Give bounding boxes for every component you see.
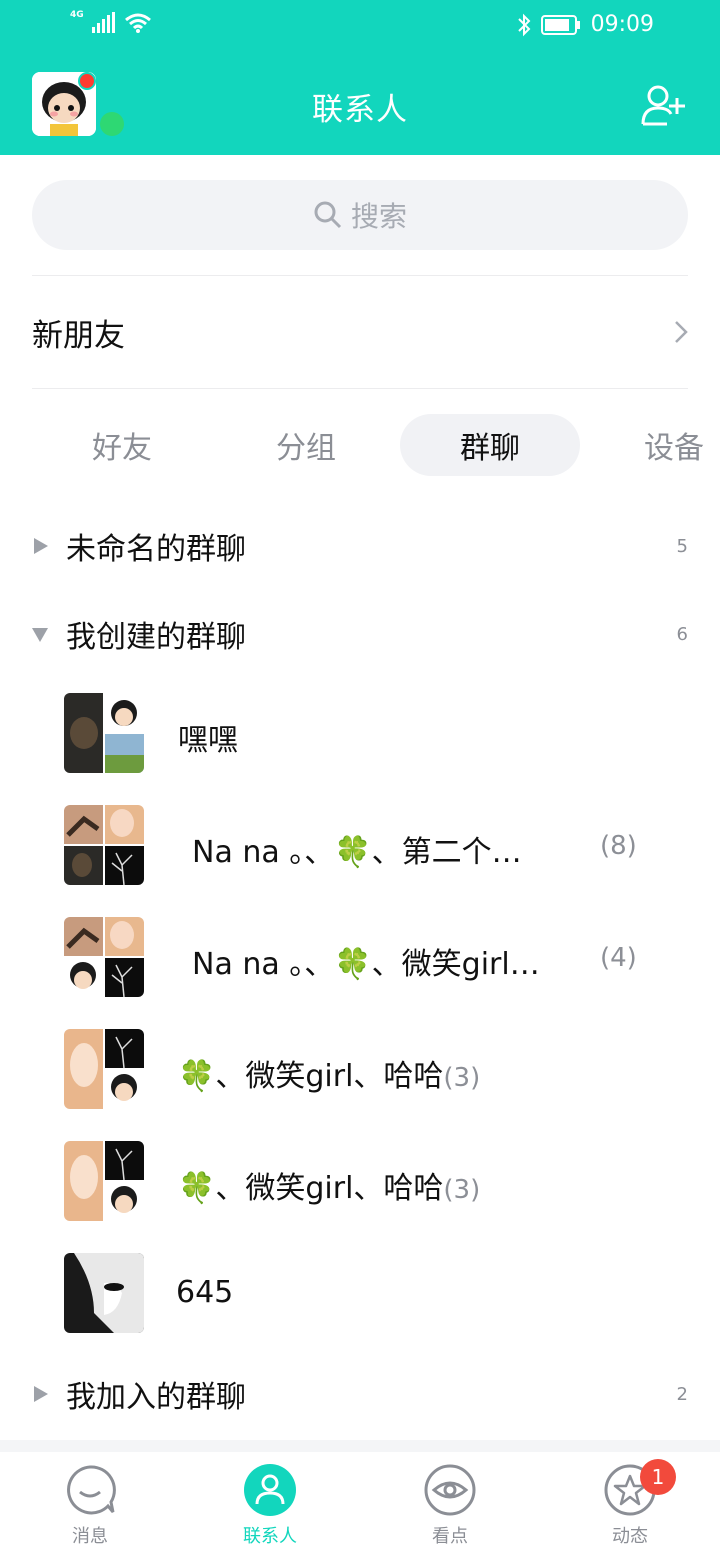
search-icon: [314, 201, 342, 229]
group-chat-item[interactable]: Na na 。、🍀、第二个… (8): [0, 805, 720, 885]
status-left: 4G: [70, 10, 152, 34]
tab-friends[interactable]: 好友: [62, 414, 182, 476]
group-count: 6: [676, 623, 688, 645]
add-friend-icon[interactable]: [640, 84, 686, 126]
nav-label: 消息: [72, 1526, 108, 1547]
chat-name: 嘿嘿: [178, 723, 238, 758]
wifi-icon: [124, 13, 151, 33]
group-header-joined[interactable]: 我加入的群聊 2: [0, 1364, 720, 1424]
triangle-down-icon: [32, 628, 48, 642]
chat-member-count: (3): [443, 1063, 481, 1093]
group-chat-item[interactable]: 645: [0, 1253, 720, 1333]
nav-label: 联系人: [243, 1526, 297, 1547]
top-bar: 4G 09:09 联系人: [0, 0, 720, 155]
clock: 09:09: [590, 12, 654, 37]
nav-discover[interactable]: 看点: [390, 1464, 510, 1560]
battery-icon: [540, 14, 580, 35]
triangle-right-icon: [34, 538, 48, 554]
tab-group-chats[interactable]: 群聊: [400, 414, 580, 476]
group-chat-item[interactable]: 嘿嘿: [0, 693, 720, 773]
chevron-right-icon: [675, 321, 688, 343]
triangle-right-icon: [34, 1386, 48, 1402]
eye-icon: [424, 1464, 476, 1516]
contacts-icon: [244, 1464, 296, 1516]
chat-member-count: (8): [600, 831, 637, 861]
group-avatar: [64, 1253, 144, 1333]
new-friends-label: 新朋友: [32, 317, 125, 354]
contact-tabs: 好友 分组 群聊 设备: [0, 414, 720, 476]
chat-name: 645: [176, 1275, 234, 1310]
tab-groups[interactable]: 分组: [246, 414, 366, 476]
nav-contacts[interactable]: 联系人: [210, 1464, 330, 1560]
chat-name-row: 🍀、微笑girl、哈哈(3): [178, 1051, 480, 1095]
chat-name-row: 🍀、微笑girl、哈哈(3): [178, 1163, 480, 1207]
nav-label: 动态: [612, 1526, 648, 1547]
group-chat-item[interactable]: 🍀、微笑girl、哈哈(3): [0, 1029, 720, 1109]
group-avatar: [64, 805, 144, 885]
group-name: 我加入的群聊: [66, 1380, 246, 1415]
new-friends-row[interactable]: 新朋友: [32, 276, 688, 388]
nav-messages[interactable]: 消息: [30, 1464, 150, 1560]
group-count: 2: [676, 1383, 688, 1405]
group-chat-item[interactable]: 🍀、微笑girl、哈哈(3): [0, 1141, 720, 1221]
group-avatar: [64, 1029, 144, 1109]
search-input[interactable]: 搜索: [32, 180, 688, 250]
chat-member-count: (3): [443, 1175, 481, 1205]
group-avatar: [64, 1141, 144, 1221]
status-bar: 4G 09:09: [0, 0, 720, 56]
message-icon: [67, 1465, 116, 1515]
group-count: 5: [676, 535, 688, 557]
bluetooth-icon: [517, 13, 531, 36]
group-name: 我创建的群聊: [66, 620, 246, 655]
chat-name: Na na 。、🍀、第二个…: [192, 835, 522, 870]
tab-devices[interactable]: 设备: [614, 414, 720, 476]
group-header-created[interactable]: 我创建的群聊 6: [0, 604, 720, 664]
group-avatar: [64, 693, 144, 773]
search-placeholder: 搜索: [350, 200, 407, 233]
status-right: 09:09: [517, 12, 654, 37]
signal-icon: [91, 12, 115, 33]
bottom-nav: 消息 联系人 看点 动态: [0, 1440, 720, 1560]
chat-name: Na na 。、🍀、微笑girl…: [192, 947, 540, 982]
chat-name: 🍀、微笑girl、哈哈: [178, 1171, 444, 1206]
page-title: 联系人: [312, 92, 408, 128]
network-label: 4G: [70, 10, 84, 20]
nav-label: 看点: [432, 1526, 468, 1547]
group-avatar: [64, 917, 144, 997]
group-chat-item[interactable]: Na na 。、🍀、微笑girl… (4): [0, 917, 720, 997]
group-name: 未命名的群聊: [66, 532, 246, 567]
chat-name: 🍀、微笑girl、哈哈: [178, 1059, 444, 1094]
divider: [32, 388, 688, 389]
notification-badge: 1: [640, 1459, 676, 1495]
group-header-unnamed[interactable]: 未命名的群聊 5: [0, 516, 720, 576]
chat-member-count: (4): [600, 943, 637, 973]
